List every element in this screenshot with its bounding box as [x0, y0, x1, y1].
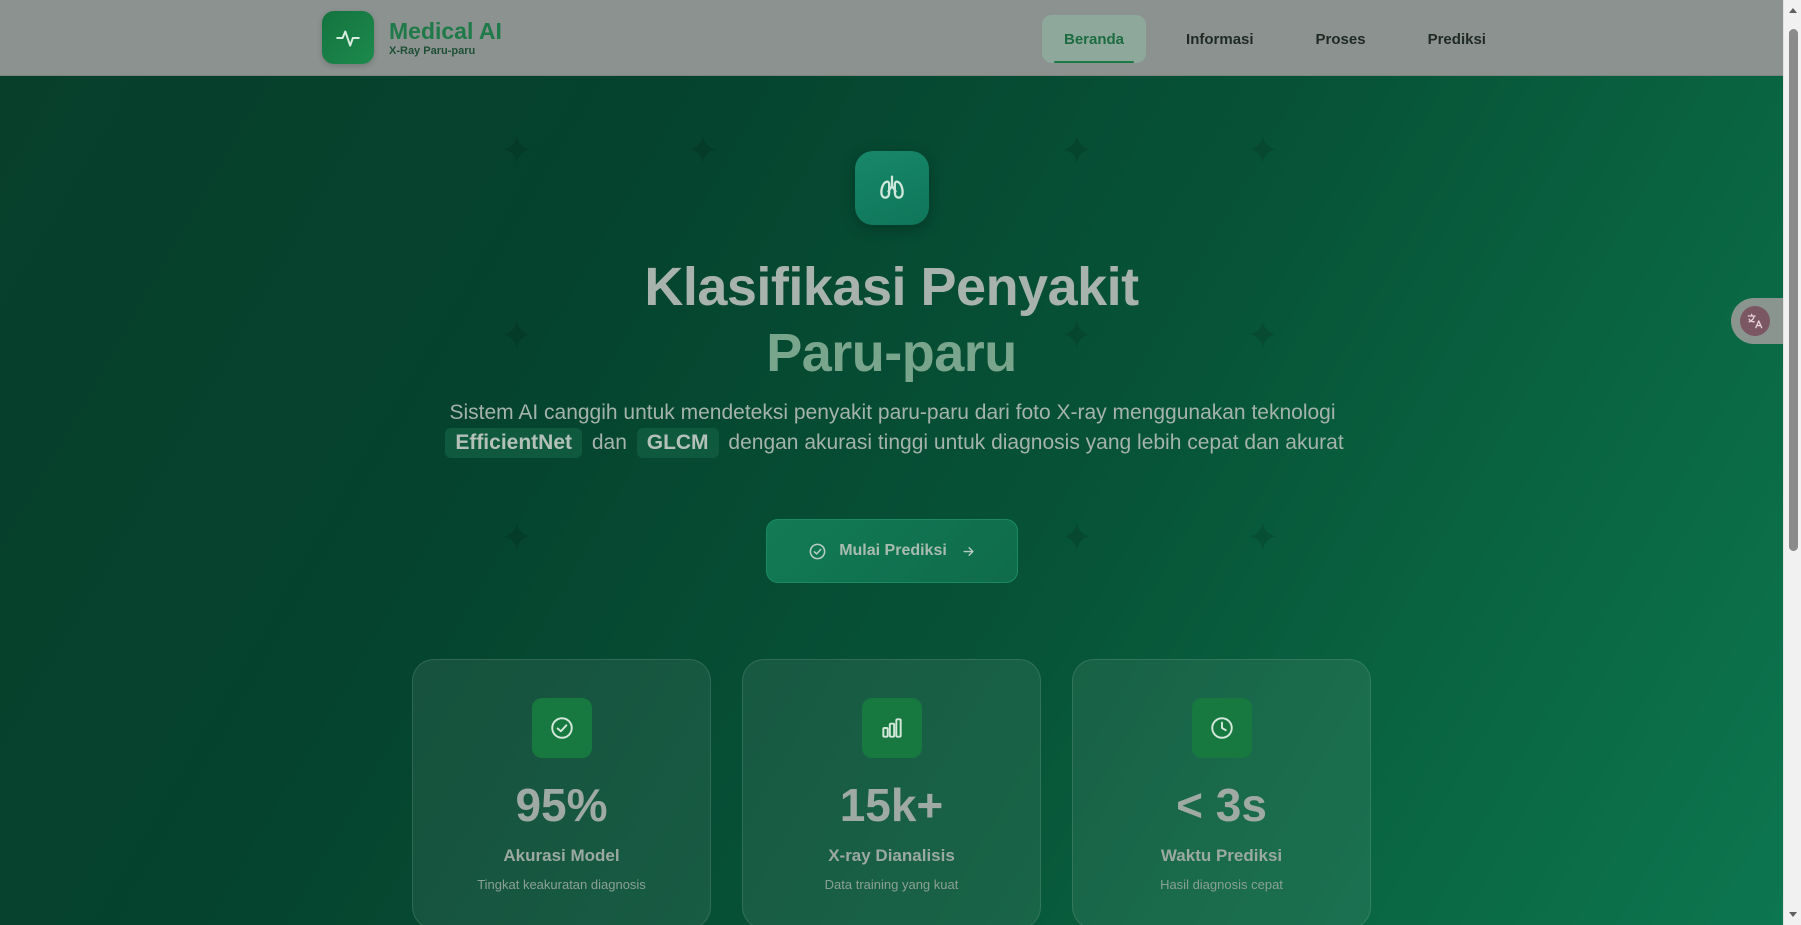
tech-badge-glcm: GLCM	[636, 428, 719, 458]
sparkle-icon: ✦	[1060, 516, 1094, 560]
stat-subtext: Data training yang kuat	[824, 877, 959, 892]
sparkle-icon: ✦	[1060, 129, 1094, 173]
nav-item-beranda[interactable]: Beranda	[1042, 15, 1147, 63]
hero-section: ✦ ✦ ✦ ✦ ✦ ✦ ✦ ✦ ✦ ✦ Klasifikasi Penyakit…	[0, 76, 1783, 925]
sparkle-icon: ✦	[500, 516, 534, 560]
sparkle-icon: ✦	[500, 129, 534, 173]
bar-chart-icon	[862, 698, 922, 758]
tech-badge-efficientnet: EfficientNet	[445, 428, 582, 458]
stat-subtext: Tingkat keakuratan diagnosis	[477, 877, 646, 892]
start-prediction-button[interactable]: Mulai Prediksi	[766, 519, 1018, 583]
top-navbar: Medical AI X-Ray Paru-paru Beranda Infor…	[0, 0, 1783, 76]
brand-subtitle: X-Ray Paru-paru	[389, 45, 476, 57]
scrollbar-thumb[interactable]	[1789, 29, 1798, 551]
hero-title-highlight: Paru-paru	[766, 323, 1017, 383]
nav-item-proses[interactable]: Proses	[1294, 15, 1388, 63]
clock-icon	[1192, 698, 1252, 758]
stat-value: 15k+	[839, 779, 944, 831]
translate-button[interactable]	[1731, 298, 1783, 344]
translate-icon	[1740, 306, 1770, 336]
lungs-icon	[855, 151, 929, 225]
cta-label: Mulai Prediksi	[839, 542, 947, 559]
stat-subtext: Hasil diagnosis cepat	[1160, 877, 1283, 892]
check-circle-icon	[532, 698, 592, 758]
vertical-scrollbar[interactable]	[1783, 0, 1801, 925]
check-circle-icon	[808, 542, 827, 561]
brand[interactable]: Medical AI X-Ray Paru-paru	[322, 11, 502, 64]
hero-title: Klasifikasi Penyakit	[644, 257, 1139, 317]
sparkle-icon: ✦	[686, 129, 720, 173]
stat-card-accuracy: 95% Akurasi Model Tingkat keakuratan dia…	[412, 659, 711, 925]
sparkle-icon: ✦	[1246, 516, 1280, 560]
heartbeat-icon	[322, 11, 374, 64]
hero-desc-text: Sistem AI canggih untuk mendeteksi penya…	[449, 401, 1336, 424]
stat-value: 95%	[515, 779, 608, 831]
stat-value: < 3s	[1176, 779, 1267, 831]
hero-description: Sistem AI canggih untuk mendeteksi penya…	[400, 398, 1385, 458]
nav-item-prediksi[interactable]: Prediksi	[1406, 15, 1508, 63]
brand-title: Medical AI	[389, 18, 502, 44]
sparkle-icon: ✦	[1246, 129, 1280, 173]
stat-label: Akurasi Model	[503, 846, 620, 865]
scroll-up-icon[interactable]	[1788, 6, 1798, 16]
hero-desc-text: dengan akurasi tinggi untuk diagnosis ya…	[728, 431, 1344, 454]
nav-item-informasi[interactable]: Informasi	[1164, 15, 1276, 63]
hero-desc-text: dan	[591, 431, 627, 454]
arrow-right-icon	[961, 544, 976, 559]
stat-card-xray-analyzed: 15k+ X-ray Dianalisis Data training yang…	[742, 659, 1041, 925]
stat-label: Waktu Prediksi	[1160, 846, 1283, 865]
stat-label: X-ray Dianalisis	[828, 846, 955, 865]
scroll-down-icon[interactable]	[1788, 909, 1798, 919]
stat-card-prediction-time: < 3s Waktu Prediksi Hasil diagnosis cepa…	[1072, 659, 1371, 925]
main-nav: Beranda Informasi Proses Prediksi	[1042, 15, 1508, 63]
